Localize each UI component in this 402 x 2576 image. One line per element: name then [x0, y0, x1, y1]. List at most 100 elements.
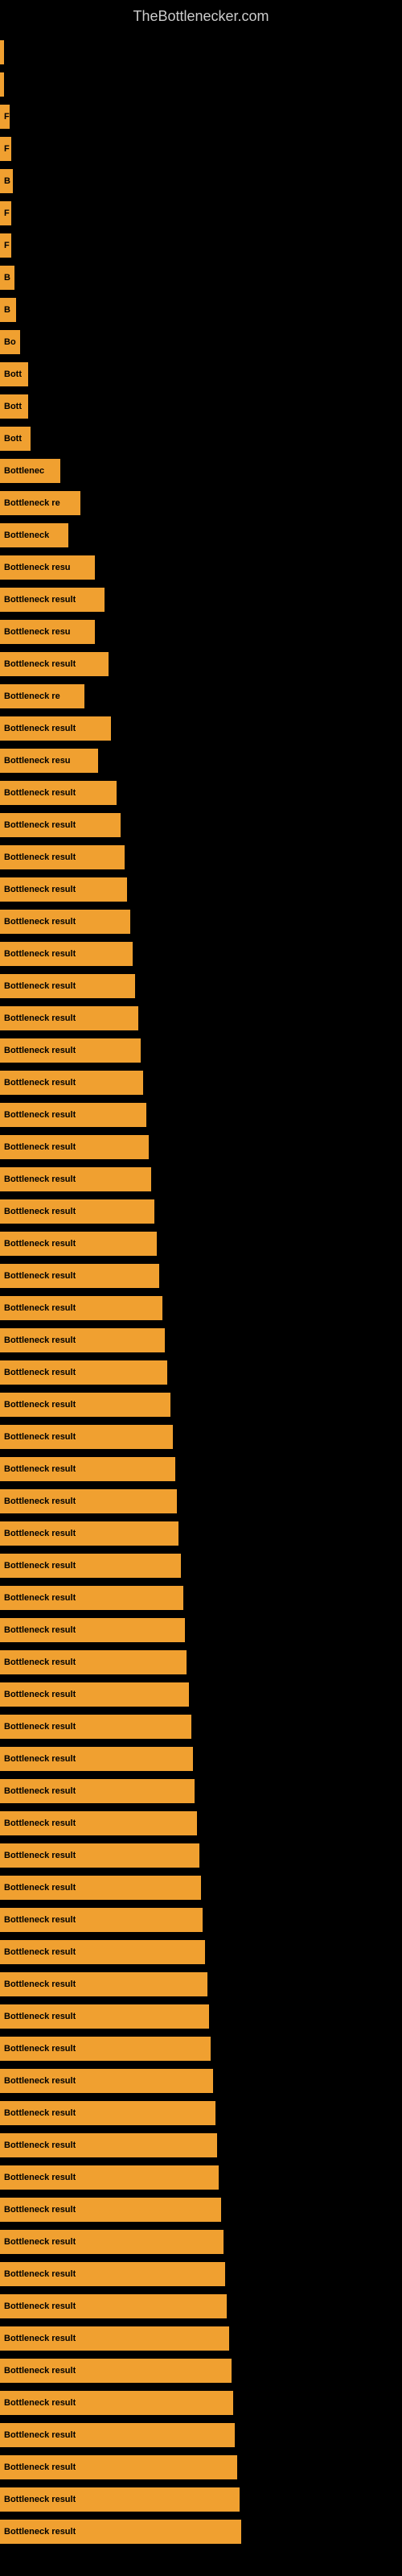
- bar: Bottleneck result: [0, 2004, 209, 2029]
- bar: Bottleneck result: [0, 1489, 177, 1513]
- bar-row: Bo: [0, 327, 402, 357]
- bar-row: Bottleneck result: [0, 2484, 402, 2515]
- bar: Bottleneck resu: [0, 620, 95, 644]
- bar: Bottleneck result: [0, 1618, 185, 1642]
- bar-row: Bottleneck result: [0, 939, 402, 969]
- bar-row: Bottleneck result: [0, 1228, 402, 1259]
- bar-label: F: [4, 241, 10, 250]
- bar-label: Bottleneck result: [4, 1110, 76, 1120]
- bar-label: Bottleneck result: [4, 1722, 76, 1732]
- bar: Bottleneck result: [0, 1167, 151, 1191]
- bar-label: Bottleneck result: [4, 724, 76, 733]
- bar-label: Bottleneck result: [4, 820, 76, 830]
- bar-label: Bottleneck result: [4, 1239, 76, 1249]
- bar-row: Bottleneck result: [0, 906, 402, 937]
- bar-row: Bottleneck result: [0, 713, 402, 744]
- bar-row: Bottleneck result: [0, 1518, 402, 1549]
- bar-label: B: [4, 176, 10, 186]
- bar-label: Bottleneck result: [4, 852, 76, 862]
- bar-label: Bo: [4, 337, 16, 347]
- bar-label: Bottleneck result: [4, 2269, 76, 2279]
- bar-row: Bottleneck result: [0, 1389, 402, 1420]
- bar-row: Bottleneck result: [0, 1454, 402, 1484]
- bar-label: B: [4, 305, 10, 315]
- bar-row: Bottleneck re: [0, 488, 402, 518]
- bar: Bottleneck resu: [0, 555, 95, 580]
- bar-row: Bottleneck result: [0, 1679, 402, 1710]
- bar-label: Bottleneck result: [4, 2398, 76, 2408]
- bar: Bottleneck result: [0, 2359, 232, 2383]
- bar-row: Bottleneck result: [0, 1164, 402, 1195]
- bar: Bottleneck result: [0, 1843, 199, 1868]
- bar-row: Bottleneck result: [0, 1293, 402, 1323]
- bar: Bottleneck result: [0, 2455, 237, 2479]
- bar-label: Bottleneck result: [4, 1979, 76, 1989]
- bar: Bottleneck result: [0, 1296, 162, 1320]
- bar-label: Bottleneck result: [4, 1496, 76, 1506]
- bar: F: [0, 137, 11, 161]
- bar-row: Bottleneck result: [0, 1325, 402, 1356]
- bar: Bottleneck result: [0, 974, 135, 998]
- bar: Bottleneck resu: [0, 749, 98, 773]
- bar-label: Bottleneck result: [4, 659, 76, 669]
- bar-row: Bottleneck result: [0, 1905, 402, 1935]
- bar: Bottleneck result: [0, 845, 125, 869]
- bar: Bottleneck result: [0, 2294, 227, 2318]
- bar-label: Bottleneck result: [4, 1561, 76, 1571]
- bar-row: Bottleneck result: [0, 971, 402, 1001]
- bar-row: Bottleneck result: [0, 1711, 402, 1742]
- bar: Bottleneck result: [0, 716, 111, 741]
- bar-row: Bottleneck result: [0, 842, 402, 873]
- bar-label: Bottleneck resu: [4, 627, 71, 637]
- bar: Bottleneck result: [0, 2101, 215, 2125]
- bar-row: Bottleneck result: [0, 1840, 402, 1871]
- bar: Bottleneck result: [0, 2520, 241, 2544]
- bar-label: Bottleneck result: [4, 2495, 76, 2504]
- bar-row: Bottleneck result: [0, 1776, 402, 1806]
- bar-label: Bottleneck result: [4, 2462, 76, 2472]
- bar-row: Bottleneck result: [0, 2162, 402, 2193]
- bar-row: F: [0, 230, 402, 261]
- bar-row: Bottleneck result: [0, 2066, 402, 2096]
- bar-row: Bottleneck result: [0, 1969, 402, 2000]
- bar: Bottleneck result: [0, 910, 130, 934]
- bar-label: Bottleneck resu: [4, 756, 71, 766]
- bar-label: Bottleneck result: [4, 949, 76, 959]
- bar: Bottleneck result: [0, 2069, 213, 2093]
- bar-row: F: [0, 134, 402, 164]
- bar-label: Bottleneck result: [4, 2237, 76, 2247]
- bar: Bottleneck result: [0, 942, 133, 966]
- bar-row: Bottleneck result: [0, 1615, 402, 1645]
- bar-row: B: [0, 166, 402, 196]
- bar: Bott: [0, 394, 28, 419]
- bar-label: Bottleneck result: [4, 1271, 76, 1281]
- bar-label: Bottleneck result: [4, 917, 76, 927]
- bar-label: Bottleneck result: [4, 2366, 76, 2376]
- bar: Bottleneck result: [0, 2230, 224, 2254]
- bar: Bottleneck result: [0, 1328, 165, 1352]
- bar-row: Bottleneck re: [0, 681, 402, 712]
- bar: Bottleneck result: [0, 1135, 149, 1159]
- bar: B: [0, 298, 16, 322]
- bar-label: Bottleneck result: [4, 2173, 76, 2182]
- bar-row: Bottleneck result: [0, 1003, 402, 1034]
- bar: Bottleneck result: [0, 877, 127, 902]
- bar-row: Bottleneck result: [0, 778, 402, 808]
- bar-label: Bottleneck result: [4, 1625, 76, 1635]
- bar-row: Bottleneck result: [0, 2452, 402, 2483]
- bar-label: Bottleneck result: [4, 1529, 76, 1538]
- bar-row: [0, 37, 402, 68]
- bar: Bottleneck result: [0, 1521, 178, 1546]
- bar-row: Bottleneck result: [0, 1744, 402, 1774]
- bar: Bottleneck result: [0, 1554, 181, 1578]
- bar-row: Bottleneck result: [0, 584, 402, 615]
- bar-label: Bottleneck result: [4, 1303, 76, 1313]
- bar: [0, 72, 4, 97]
- bar-label: Bottleneck result: [4, 885, 76, 894]
- bar: Bottleneck result: [0, 1940, 205, 1964]
- bar-label: Bottleneck result: [4, 2140, 76, 2150]
- bar: Bottleneck re: [0, 491, 80, 515]
- bar: Bottleneck result: [0, 2487, 240, 2512]
- bar-label: Bott: [4, 402, 22, 411]
- bar-label: Bott: [4, 434, 22, 444]
